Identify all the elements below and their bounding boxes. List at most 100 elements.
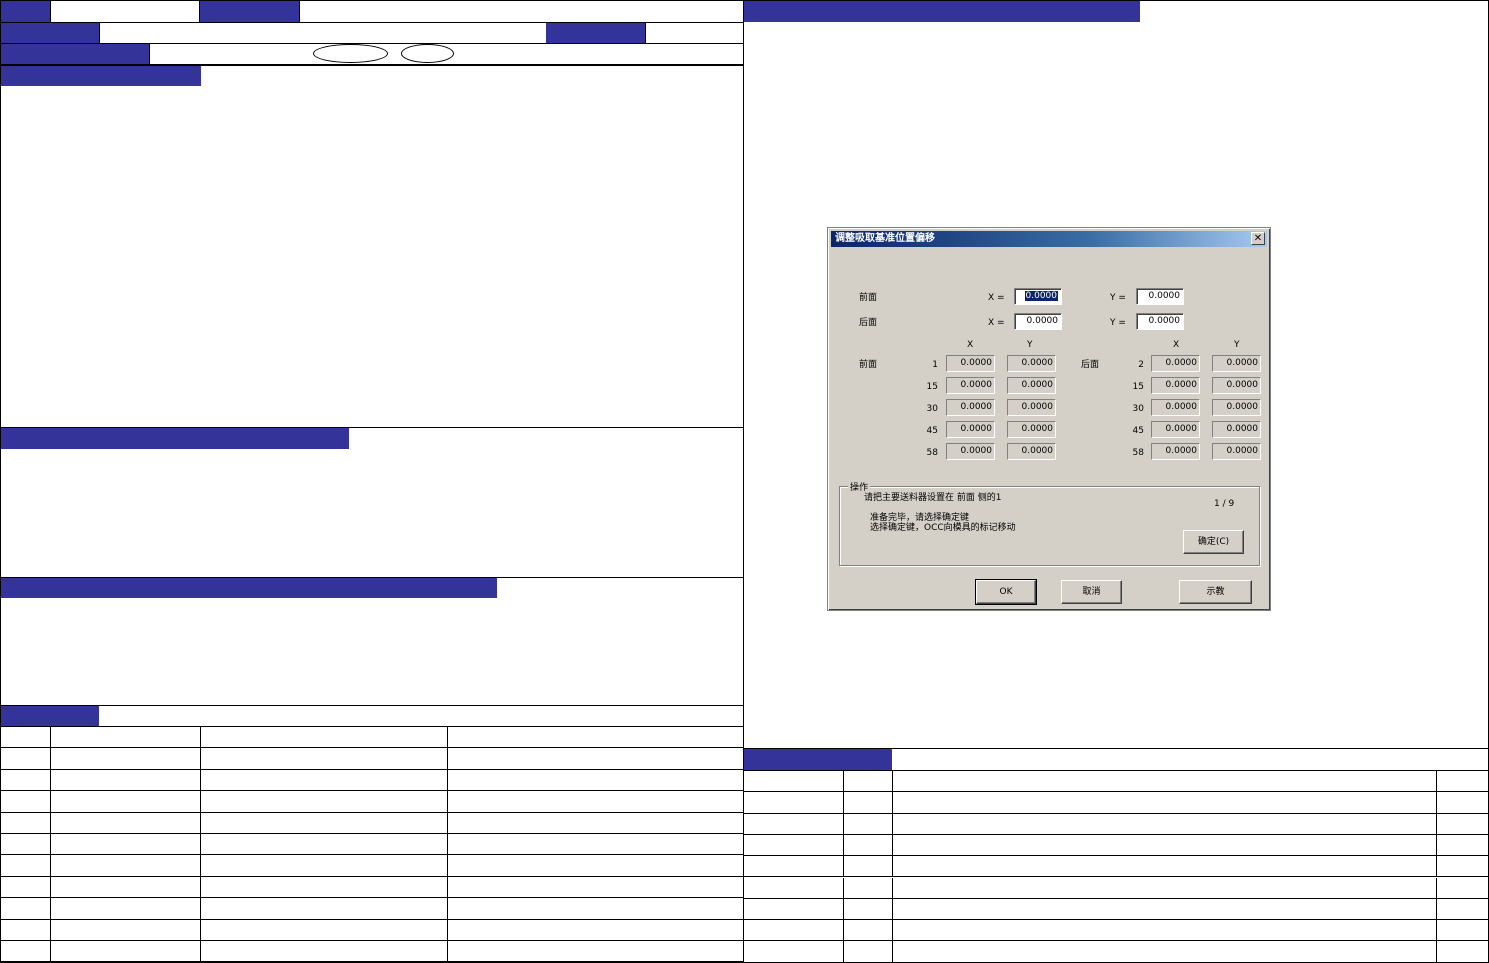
table-cell xyxy=(50,941,201,963)
table-cell xyxy=(50,812,201,834)
table-cell xyxy=(843,920,893,942)
confirm-button[interactable]: 确定(C) xyxy=(1183,530,1244,554)
table-cell xyxy=(447,834,743,856)
table-cell xyxy=(1436,814,1489,835)
table-cell xyxy=(1,769,51,792)
header-label-3 xyxy=(1,23,99,43)
header-label-5 xyxy=(1,44,149,64)
point-number: 45 xyxy=(926,426,938,436)
point-number: 30 xyxy=(1132,404,1144,414)
table-cell xyxy=(447,727,743,749)
table-cell xyxy=(744,877,844,899)
table-cell xyxy=(892,771,1437,793)
adjust-pickup-offset-dialog: 调整吸取基准位置偏移 ✕ 前面 X = 0.0000 Y = 0.0000 后面… xyxy=(827,227,1271,611)
point-number: 15 xyxy=(926,382,938,392)
front-y-input[interactable]: 0.0000 xyxy=(1136,288,1184,305)
front-y-label: Y = xyxy=(1110,293,1126,303)
point-y-value: 0.0000 xyxy=(1007,399,1056,416)
operation-progress: 1 / 9 xyxy=(1214,499,1235,509)
point-number: 30 xyxy=(926,404,938,414)
table-cell xyxy=(892,877,1437,899)
table-cell xyxy=(50,834,201,856)
back-x-input[interactable]: 0.0000 xyxy=(1014,313,1062,330)
front-x-input[interactable]: 0.0000 xyxy=(1014,288,1062,305)
table-cell xyxy=(200,898,448,920)
table-cell xyxy=(744,920,844,942)
point-number: 15 xyxy=(1132,382,1144,392)
operation-instruction: 请把主要送料器设置在 前面 侧的1 xyxy=(864,493,1002,503)
table-cell xyxy=(892,856,1437,878)
point-y-value: 0.0000 xyxy=(1007,443,1056,460)
table-cell xyxy=(892,898,1437,921)
section-header-3 xyxy=(1,578,497,598)
teach-button[interactable]: 示教 xyxy=(1179,580,1252,604)
section-header-4 xyxy=(1,706,99,726)
table-cell xyxy=(447,748,743,770)
table-cell xyxy=(744,813,844,835)
table-cell xyxy=(744,834,844,857)
option-oval-2[interactable] xyxy=(401,44,454,63)
point-number: 58 xyxy=(1132,448,1144,458)
table-cell xyxy=(1,876,51,899)
table-cell xyxy=(50,791,201,813)
front-col-x: X xyxy=(967,340,974,350)
table-cell xyxy=(200,855,448,877)
table-cell xyxy=(50,855,201,877)
ok-button[interactable]: OK xyxy=(975,579,1037,605)
table-cell xyxy=(200,941,448,963)
point-x-value: 0.0000 xyxy=(946,377,995,394)
table-cell xyxy=(1436,878,1489,899)
point-number: 45 xyxy=(1132,426,1144,436)
table-cell xyxy=(744,856,844,878)
point-number: 58 xyxy=(926,448,938,458)
point-x-value: 0.0000 xyxy=(1151,421,1200,438)
dialog-title-bar[interactable]: 调整吸取基准位置偏移 ✕ xyxy=(831,231,1267,247)
point-x-value: 0.0000 xyxy=(946,355,995,372)
section-body-3 xyxy=(1,598,743,705)
header-label-4 xyxy=(546,23,645,43)
table-cell xyxy=(892,792,1437,814)
point-y-value: 0.0000 xyxy=(1007,421,1056,438)
table-cell xyxy=(50,876,201,899)
table-cell xyxy=(1,748,51,770)
table-cell xyxy=(447,791,743,813)
table-cell xyxy=(200,876,448,899)
table-cell xyxy=(744,771,844,793)
table-cell xyxy=(1,812,51,834)
point-y-value: 0.0000 xyxy=(1212,399,1261,416)
point-number: 2 xyxy=(1138,360,1144,370)
table-cell xyxy=(1436,941,1489,963)
table-cell xyxy=(447,877,743,899)
point-y-value: 0.0000 xyxy=(1007,377,1056,394)
table-cell xyxy=(1436,899,1489,921)
point-x-value: 0.0000 xyxy=(1151,355,1200,372)
table-cell xyxy=(892,813,1437,835)
table-cell xyxy=(200,769,448,792)
table-cell xyxy=(843,792,893,814)
table-cell xyxy=(1,855,51,877)
close-icon[interactable]: ✕ xyxy=(1251,232,1265,245)
point-x-value: 0.0000 xyxy=(946,443,995,460)
point-y-value: 0.0000 xyxy=(1212,377,1261,394)
back-table-label: 后面 xyxy=(1081,360,1100,370)
table-cell xyxy=(1,941,51,963)
point-x-value: 0.0000 xyxy=(1151,399,1200,416)
back-col-y: Y xyxy=(1234,340,1240,350)
point-x-value: 0.0000 xyxy=(1151,377,1200,394)
operation-group: 操作 请把主要送料器设置在 前面 侧的1 1 / 9 准备完毕，请选择确定键 选… xyxy=(839,480,1260,566)
cancel-button[interactable]: 取消 xyxy=(1061,580,1122,604)
table-cell xyxy=(744,792,844,814)
table-cell xyxy=(1,898,51,920)
table-cell xyxy=(50,727,201,749)
table-cell xyxy=(1,834,51,856)
table-cell xyxy=(843,877,893,899)
back-y-input[interactable]: 0.0000 xyxy=(1136,313,1184,330)
table-cell xyxy=(843,941,893,963)
point-x-value: 0.0000 xyxy=(946,399,995,416)
point-number: 1 xyxy=(932,360,938,370)
table-cell xyxy=(1436,792,1489,814)
table-cell xyxy=(1,791,51,813)
option-oval-1[interactable] xyxy=(313,44,388,63)
operation-move-text: 选择确定键，OCC向模具的标记移动 xyxy=(870,523,1016,533)
section-body-1 xyxy=(1,86,743,427)
